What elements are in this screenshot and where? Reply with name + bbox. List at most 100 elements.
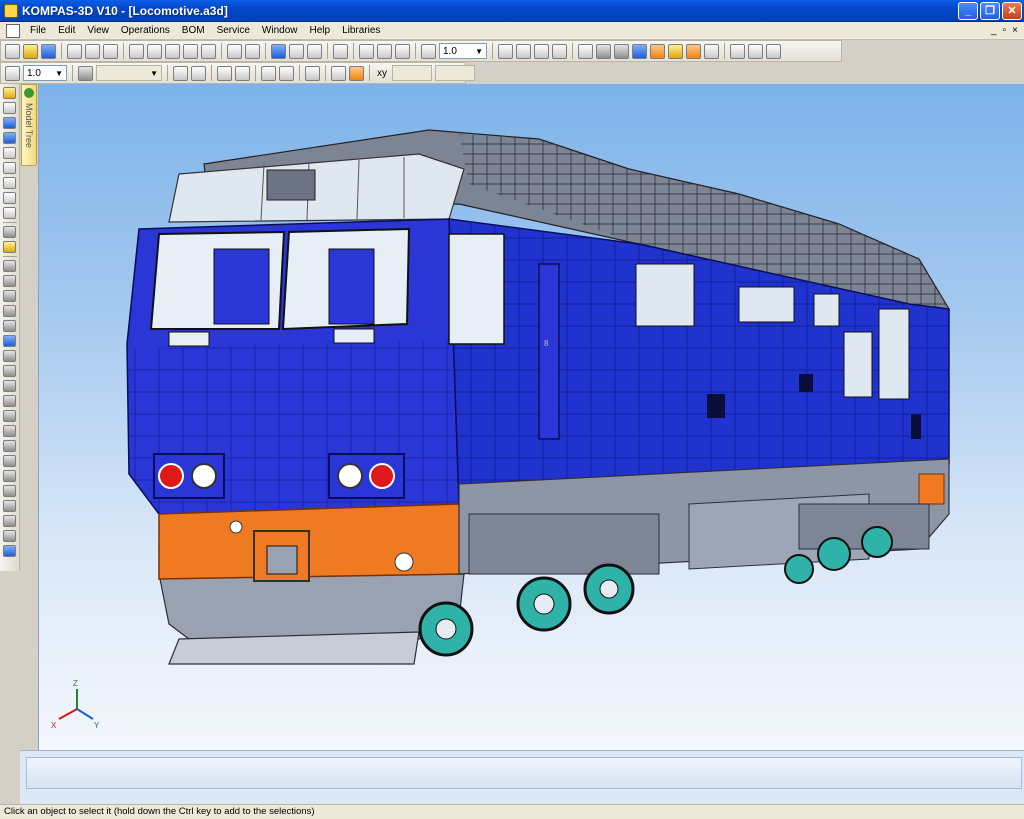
view-cs-icon[interactable] [191,65,206,81]
print-icon[interactable] [67,43,82,59]
tool-filter-icon[interactable] [3,177,16,189]
doc-restore-button[interactable]: ▫ [1003,25,1007,36]
hidden-lines-icon[interactable] [596,43,611,59]
tool-op13-icon[interactable] [3,440,16,452]
menu-file[interactable]: File [24,23,52,39]
tool-op1-icon[interactable] [3,260,16,272]
model-tree-tab[interactable]: Model Tree [21,84,37,166]
tool-spec-icon[interactable] [3,207,16,219]
context-help-icon[interactable] [333,43,348,59]
chevron-down-icon[interactable]: ▼ [475,47,483,56]
zoom-combo[interactable]: 1.0 ▼ [439,43,487,59]
tool-sketch-icon[interactable] [3,102,16,114]
tool-curves-icon[interactable] [3,147,16,159]
step-combo[interactable]: 1.0 ▼ [23,65,67,81]
tool-op16-icon[interactable] [3,485,16,497]
menu-edit[interactable]: Edit [52,23,81,39]
open-folder-icon[interactable] [23,43,38,59]
tool-op15-icon[interactable] [3,470,16,482]
tool-op12-icon[interactable] [3,425,16,437]
tool-op7-icon[interactable] [3,350,16,362]
zoom-scale-icon[interactable] [421,43,436,59]
tool-surfaces-icon[interactable] [3,162,16,174]
doc-minimize-button[interactable]: _ [991,25,997,36]
grid-icon[interactable] [261,65,276,81]
new-document-icon[interactable] [5,43,20,59]
round-icon[interactable] [331,65,346,81]
close-button[interactable]: ✕ [1002,1,1022,20]
orientation-icon[interactable] [498,43,513,59]
preview-icon[interactable] [103,43,118,59]
zoom-extents-icon[interactable] [534,43,549,59]
tool-op11-icon[interactable] [3,410,16,422]
undo-icon[interactable] [227,43,242,59]
shaded-icon[interactable] [632,43,647,59]
zoom-in-icon[interactable] [377,43,392,59]
paste-icon[interactable] [165,43,180,59]
menu-window[interactable]: Window [256,23,304,39]
redo-icon[interactable] [245,43,260,59]
grid-settings-icon[interactable] [279,65,294,81]
tool-component-icon[interactable] [3,226,16,238]
tool-op14-icon[interactable] [3,455,16,467]
perspective-icon[interactable] [668,43,683,59]
property-panel-content[interactable] [26,757,1022,789]
chevron-down-icon[interactable]: ▼ [55,69,63,78]
properties-icon[interactable] [704,43,719,59]
document-icon[interactable] [6,23,20,38]
copy-icon[interactable] [147,43,162,59]
shaded-edges-icon[interactable] [650,43,665,59]
zoom-out-icon[interactable] [395,43,410,59]
menu-bom[interactable]: BOM [176,23,211,39]
tool-op9-icon[interactable] [3,380,16,392]
locomotive-model[interactable]: 8 Z X Y [39,84,1024,750]
rotate-icon[interactable] [552,43,567,59]
menu-operations[interactable]: Operations [115,23,176,39]
y-coordinate-field[interactable] [435,65,475,81]
section-icon[interactable] [686,43,701,59]
layer-icon[interactable] [78,65,93,81]
variables-fx-icon[interactable] [307,43,322,59]
print-preview-icon[interactable] [85,43,100,59]
measure-icon[interactable] [730,43,745,59]
doc-close-button[interactable]: × [1012,25,1018,36]
local-cs-icon[interactable] [173,65,188,81]
spec-icon[interactable] [748,43,763,59]
maximize-button[interactable]: ❐ [980,1,1000,20]
save-icon[interactable] [41,43,56,59]
menu-libraries[interactable]: Libraries [336,23,386,39]
tool-op8-icon[interactable] [3,365,16,377]
display-icon[interactable] [766,43,781,59]
table-icon[interactable] [201,43,216,59]
x-coordinate-field[interactable] [392,65,432,81]
tool-op6-icon[interactable] [3,335,16,347]
snap-icon[interactable] [217,65,232,81]
tool-insert-icon[interactable] [3,241,16,253]
menu-help[interactable]: Help [304,23,337,39]
menu-service[interactable]: Service [211,23,256,39]
tool-op3-icon[interactable] [3,290,16,302]
hidden-lines-thin-icon[interactable] [614,43,629,59]
tool-op4-icon[interactable] [3,305,16,317]
tool-revolve-icon[interactable] [3,132,16,144]
wireframe-icon[interactable] [578,43,593,59]
tool-op20-icon[interactable] [3,545,16,557]
tool-op19-icon[interactable] [3,530,16,542]
tool-edit-part-icon[interactable] [3,87,16,99]
pan-icon[interactable] [516,43,531,59]
tool-extrude-icon[interactable] [3,117,16,129]
library-icon[interactable] [289,43,304,59]
model-viewport[interactable]: 8 Z X Y [38,84,1024,750]
tool-op18-icon[interactable] [3,515,16,527]
tool-measure-icon[interactable] [3,192,16,204]
menu-view[interactable]: View [81,23,115,39]
format-painter-icon[interactable] [183,43,198,59]
cut-icon[interactable] [129,43,144,59]
local-snap-icon[interactable] [349,65,364,81]
tool-op17-icon[interactable] [3,500,16,512]
tool-op5-icon[interactable] [3,320,16,332]
tool-op10-icon[interactable] [3,395,16,407]
snap-settings-icon[interactable] [235,65,250,81]
layer-combo[interactable]: ▼ [96,65,162,81]
chevron-down-icon[interactable]: ▼ [150,69,158,78]
